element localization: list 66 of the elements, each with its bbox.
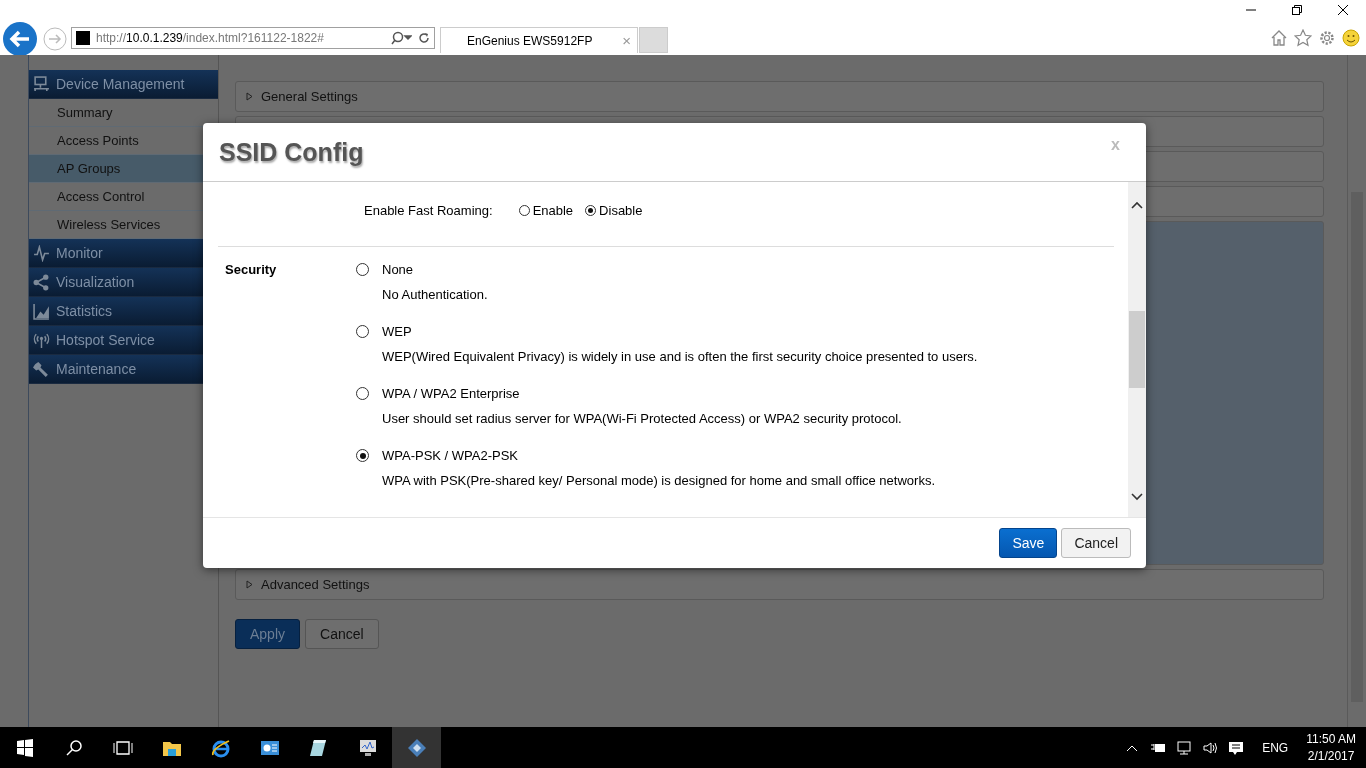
network-icon[interactable]: [1176, 739, 1193, 756]
option-label: Disable: [599, 202, 643, 218]
accordion-header[interactable]: Advanced Settings: [235, 569, 1324, 600]
section-label: Device Management: [56, 76, 185, 92]
radio-button[interactable]: [356, 387, 369, 400]
option-title: WEP: [382, 324, 413, 339]
scrollbar-thumb[interactable]: [1129, 311, 1145, 388]
accordion-header[interactable]: General Settings: [235, 81, 1324, 112]
option-title: WPA-PSK / WPA2-PSK: [382, 448, 520, 463]
option-title: WPA / WPA2 Enterprise: [382, 386, 521, 401]
scroll-up-icon[interactable]: [1131, 199, 1143, 211]
notification-icon[interactable]: [1228, 739, 1245, 756]
speaker-icon[interactable]: [1202, 739, 1219, 756]
option-description: User should set radius server for WPA(Wi-Fi Protected Access) or WPA2 security protocol.: [382, 411, 903, 426]
section-label: Visualization: [56, 274, 135, 290]
expand-triangle-icon: [246, 92, 253, 101]
menu-section[interactable]: Device Management: [29, 70, 218, 99]
radio-button[interactable]: [356, 449, 369, 462]
radio-button[interactable]: [356, 263, 369, 276]
site-icon: [76, 31, 90, 45]
clock[interactable]: 11:50 AM 2/1/2017: [1306, 730, 1356, 765]
smiley-icon[interactable]: [1342, 29, 1360, 47]
save-button[interactable]: Save: [999, 528, 1058, 558]
settings-icon[interactable]: [1318, 29, 1336, 47]
cancel-button[interactable]: Cancel: [305, 619, 379, 649]
scroll-down-icon[interactable]: [1131, 491, 1143, 503]
dialog-title: SSID Config: [219, 137, 364, 167]
tab-close-button[interactable]: ×: [622, 32, 631, 49]
search-icon[interactable]: [390, 31, 412, 45]
scrollbar[interactable]: [1128, 182, 1146, 517]
refresh-icon[interactable]: [418, 32, 430, 44]
url-text: http://10.0.1.239/index.html?161122-1822#: [96, 31, 325, 45]
radio-button[interactable]: [356, 325, 369, 338]
section-label: Security: [224, 262, 278, 279]
restore-icon[interactable]: [1291, 4, 1303, 16]
section-label: Statistics: [56, 303, 112, 319]
option-description: WEP(Wired Equivalent Privacy) is widely in use and is often the first security choice presented to users.: [382, 349, 979, 364]
field-label: Enable Fast Roaming:: [364, 202, 493, 218]
cancel-button[interactable]: Cancel: [1061, 528, 1131, 558]
wrench-icon: [33, 360, 50, 378]
close-icon[interactable]: [1337, 4, 1349, 16]
apply-button[interactable]: Apply: [235, 619, 301, 649]
share-icon: [33, 273, 50, 291]
radio-button[interactable]: [518, 204, 530, 216]
section-label: Maintenance: [56, 361, 137, 377]
option-label: Enable: [532, 202, 574, 218]
scrollbar[interactable]: [1347, 55, 1366, 727]
browser-tab[interactable]: EnGenius EWS5912FP ×: [440, 27, 638, 53]
option-title: None: [382, 262, 415, 277]
panel-title: General Settings: [261, 89, 358, 104]
star-icon[interactable]: [1294, 29, 1312, 47]
back-button[interactable]: [2, 21, 38, 57]
option-description: WPA with PSK(Pre-shared key/ Personal mode) is designed for home and small office networks.: [382, 473, 936, 488]
chart-icon: [33, 302, 50, 320]
network-icon: [33, 75, 50, 93]
section-label: Hotspot Service: [56, 332, 155, 348]
language-indicator[interactable]: ENG: [1262, 740, 1289, 755]
pulse-icon: [33, 244, 50, 262]
home-icon[interactable]: [1270, 29, 1288, 47]
antenna-icon: [33, 331, 50, 349]
section-label: Monitor: [56, 245, 103, 261]
expand-triangle-icon: [246, 580, 253, 589]
radio-button[interactable]: [585, 204, 597, 216]
option-description: No Authentication.: [382, 287, 489, 302]
address-bar[interactable]: http://10.0.1.239/index.html?161122-1822#: [71, 27, 435, 49]
panel-title: Advanced Settings: [261, 577, 370, 592]
